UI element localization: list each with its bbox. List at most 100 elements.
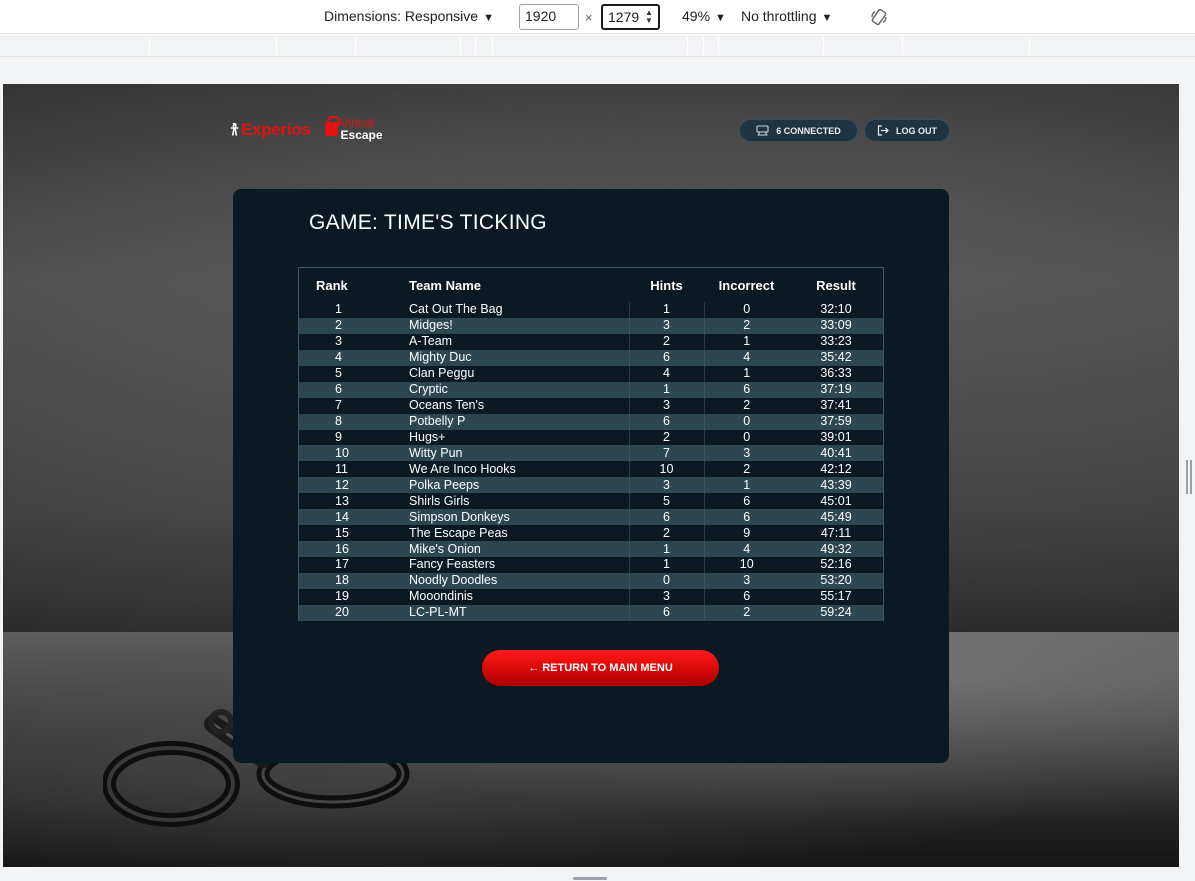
cell-team-name: Mike's Onion (409, 541, 481, 556)
ruler-tick (492, 37, 493, 55)
cell-team-name: Fancy Feasters (409, 557, 496, 572)
results-card: GAME: TIME'S TICKING Rank Team Name Hint… (233, 189, 949, 763)
cell-team-name: Oceans Ten's (409, 398, 485, 413)
ruler-tick (355, 37, 356, 55)
logout-icon (877, 125, 889, 136)
cell-result: 53:20 (820, 573, 852, 588)
zoom-dropdown[interactable]: 49% ▼ (682, 8, 726, 24)
connected-players-button[interactable]: 6 CONNECTED (739, 119, 858, 142)
throttling-dropdown[interactable]: No throttling ▼ (741, 8, 832, 24)
cell-hints: 5 (628, 493, 704, 510)
cell-result: 37:59 (820, 414, 852, 429)
cell-incorrect: 1 (703, 477, 789, 494)
cell-result: 36:33 (820, 366, 852, 381)
cell-rank: 15 (335, 525, 349, 540)
header-incorrect[interactable]: Incorrect (704, 268, 789, 302)
return-to-main-menu-button[interactable]: ← RETURN TO MAIN MENU (482, 650, 719, 686)
cell-hints: 2 (628, 333, 704, 350)
cell-hints: 4 (628, 365, 704, 382)
cell-result: 37:41 (820, 398, 852, 413)
table-row: 9 Hugs+ 2 0 39:01 (299, 429, 883, 446)
cell-hints: 0 (628, 572, 704, 589)
cell-team-name: LC-PL-MT (409, 605, 467, 620)
cell-hints: 6 (628, 413, 704, 430)
table-row: 5 Clan Peggu 4 1 36:33 (299, 365, 883, 382)
header-hints[interactable]: Hints (629, 268, 704, 302)
cell-rank: 17 (335, 557, 349, 572)
table-row: 18 Noodly Doodles 0 3 53:20 (299, 572, 883, 589)
cell-team-name: The Escape Peas (409, 525, 508, 540)
table-row: 7 Oceans Ten's 3 2 37:41 (299, 397, 883, 414)
cell-incorrect: 3 (703, 572, 789, 589)
cell-rank: 2 (335, 318, 342, 333)
ruler-tick (460, 37, 461, 55)
experios-logo[interactable]: 𐀪 Experios Virtual Escape (230, 116, 387, 144)
header-rank[interactable]: Rank (299, 268, 389, 302)
cell-hints: 6 (628, 509, 704, 526)
cell-incorrect: 0 (703, 429, 789, 446)
cell-result: 32:10 (820, 302, 852, 317)
cell-team-name: Potbelly P (409, 414, 466, 429)
rotate-icon[interactable] (870, 8, 888, 29)
runner-icon: 𐀪 (230, 122, 240, 139)
cell-incorrect: 1 (703, 365, 789, 382)
cell-rank: 10 (335, 445, 349, 460)
cell-rank: 18 (335, 573, 349, 588)
cell-result: 45:49 (820, 509, 852, 524)
logout-button[interactable]: LOG OUT (864, 119, 950, 142)
table-row: 6 Cryptic 1 6 37:19 (299, 381, 883, 398)
cell-result: 42:12 (820, 461, 852, 476)
cell-hints: 10 (628, 461, 704, 478)
header-result[interactable]: Result (789, 268, 883, 302)
times-separator: × (585, 10, 593, 25)
cell-rank: 12 (335, 477, 349, 492)
cell-rank: 16 (335, 541, 349, 556)
virtual-escape-logo: Virtual Escape (324, 116, 387, 144)
ruler-tick (718, 37, 719, 55)
table-row: 20 LC-PL-MT 6 2 59:24 (299, 604, 883, 621)
cell-incorrect: 4 (703, 541, 789, 557)
cell-hints: 3 (628, 477, 704, 494)
cell-result: 45:01 (820, 493, 852, 508)
cell-team-name: Mooondinis (409, 589, 473, 604)
cell-incorrect: 3 (703, 445, 789, 462)
width-input[interactable]: 1920 (519, 4, 579, 30)
caret-down-icon: ▼ (715, 12, 726, 24)
cell-team-name: Cat Out The Bag (409, 302, 503, 317)
ruler-tick (703, 37, 704, 55)
players-icon (756, 125, 769, 136)
leaderboard-table: Rank Team Name Hints Incorrect Result 1 C… (298, 267, 884, 621)
table-row: 8 Potbelly P 6 0 37:59 (299, 413, 883, 430)
logo-experios-text: Experios (241, 120, 311, 139)
height-input[interactable]: 1279 ▲ ▼ (601, 4, 660, 30)
cell-team-name: Hugs+ (409, 429, 446, 444)
media-query-ruler[interactable] (0, 35, 1195, 57)
page-viewport: 𐀪 Experios Virtual Escape 6 CONNECTED LO… (3, 84, 1179, 867)
cell-hints: 6 (628, 349, 704, 366)
cell-rank: 8 (335, 414, 342, 429)
cell-result: 49:32 (820, 541, 852, 556)
resize-handle-right[interactable] (1186, 460, 1192, 494)
table-row: 15 The Escape Peas 2 9 47:11 (299, 525, 883, 542)
cell-incorrect: 2 (703, 461, 789, 478)
dimensions-dropdown[interactable]: Dimensions: Responsive ▼ (324, 8, 494, 24)
cell-result: 33:23 (820, 334, 852, 349)
header-team-name[interactable]: Team Name (389, 268, 629, 302)
ruler-tick (823, 37, 824, 55)
cell-result: 47:11 (820, 525, 852, 540)
cell-hints: 1 (628, 541, 704, 557)
cell-incorrect: 2 (703, 397, 789, 414)
resize-handle-bottom[interactable] (573, 877, 607, 880)
table-row: 3 A-Team 2 1 33:23 (299, 333, 883, 350)
cell-hints: 6 (628, 604, 704, 621)
table-row: 2 Midges! 3 2 33:09 (299, 317, 883, 334)
spinner-icon[interactable]: ▲ ▼ (644, 9, 654, 25)
table-row: 12 Polka Peeps 3 1 43:39 (299, 477, 883, 494)
cell-rank: 9 (335, 429, 342, 444)
cell-hints: 7 (628, 445, 704, 462)
table-row: 14 Simpson Donkeys 6 6 45:49 (299, 509, 883, 526)
logo-escape-text: Escape (340, 128, 383, 142)
cell-team-name: We Are Inco Hooks (409, 461, 516, 476)
cell-incorrect: 1 (703, 333, 789, 350)
return-label: RETURN TO MAIN MENU (542, 662, 673, 674)
